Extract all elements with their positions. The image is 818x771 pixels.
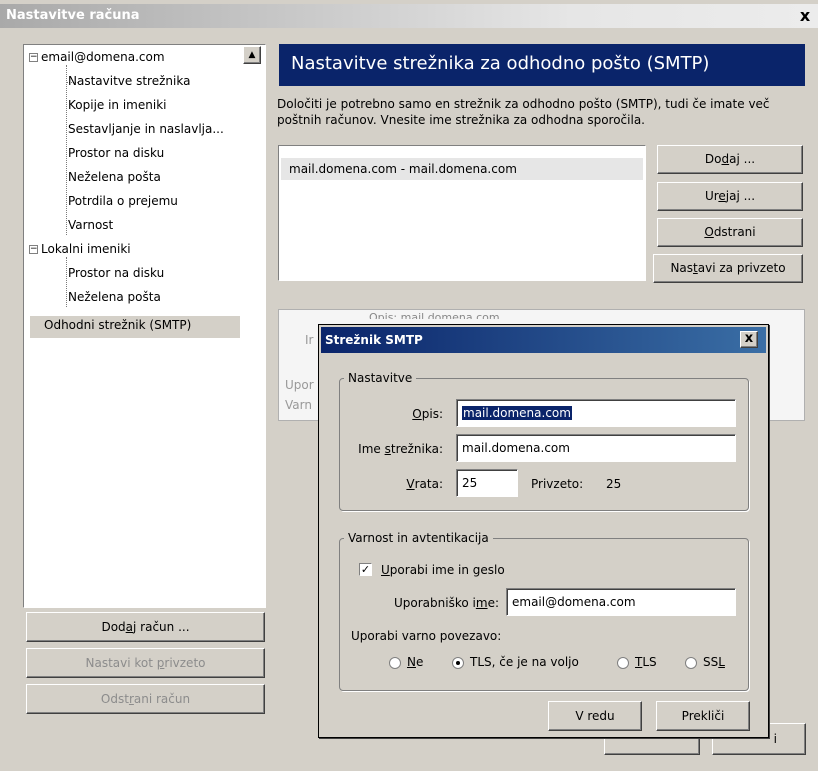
dialog-close-icon[interactable]: x [740,331,758,348]
details-fragment: Upor [285,378,314,392]
radio-tls-label[interactable]: TLS [635,655,657,669]
radio-tls-if-available[interactable] [452,657,464,669]
list-item[interactable]: mail.domena.com - mail.domena.com [281,158,643,180]
username-input[interactable]: email@domena.com [506,588,736,616]
default-port-label: Privzeto: [531,477,584,491]
page-title: Nastavitve strežnika za odhodno pošto (S… [279,44,805,86]
tree-item-composition[interactable]: Sestavljanje in naslavlja... [68,122,224,136]
account-tree: − email@domena.com Nastavitve strežnika … [23,44,266,608]
server-name-input[interactable]: mail.domena.com [456,434,736,462]
server-name-label: Ime strežnika: [358,442,443,456]
dialog-title-bar: Strežnik SMTP [321,327,766,353]
port-label: Vrata: [406,477,443,491]
details-fragment: Ir [305,333,314,347]
tree-item-copies-folders[interactable]: Kopije in imeniki [68,98,166,112]
tree-guide-line [66,65,67,235]
description-input[interactable]: mail.domena.com [456,399,736,427]
port-input[interactable]: 25 [456,469,518,497]
tree-item-receipts[interactable]: Potrdila o prejemu [68,194,178,208]
tree-item-local-junk[interactable]: Neželena pošta [68,290,161,304]
add-server-button[interactable]: Dodaj ... [657,145,803,174]
tree-item-smtp[interactable]: Odhodni strežnik (SMTP) [44,318,191,332]
remove-account-button[interactable]: Odstrani račun [26,684,265,714]
set-default-server-button[interactable]: Nastavi za privzeto [653,254,803,283]
details-fragment: Varn [285,398,312,412]
description-label: Opis: [412,407,443,421]
dialog-title: Strežnik SMTP [325,333,423,347]
radio-ssl-label[interactable]: SSL [703,655,725,669]
scroll-up-icon[interactable]: ▲ [243,46,261,64]
use-auth-label[interactable]: Uporabi ime in geslo [381,563,505,577]
radio-tls[interactable] [617,657,629,669]
remove-server-button[interactable]: Odstrani [657,218,803,247]
tree-item-local-disk-space[interactable]: Prostor na disku [68,266,164,280]
tree-guide-line [66,257,67,307]
radio-no[interactable] [389,657,401,669]
set-default-account-button[interactable]: Nastavi kot privzeto [26,648,265,678]
smtp-server-dialog: Strežnik SMTP x Nastavitve Opis: mail.do… [318,324,769,738]
title-bar: Nastavitve računa x [0,4,818,28]
username-label: Uporabniško ime: [394,596,499,610]
use-auth-checkbox[interactable]: ✓ [359,563,372,576]
window-title: Nastavitve računa [6,8,140,23]
radio-ssl[interactable] [685,657,697,669]
tree-item-disk-space[interactable]: Prostor na disku [68,146,164,160]
tree-item-security[interactable]: Varnost [68,218,113,232]
edit-server-button[interactable]: Urejaj ... [657,182,803,211]
tree-item-junk[interactable]: Neželena pošta [68,170,161,184]
description-line: Določiti je potrebno samo en strežnik za… [277,97,770,111]
cancel-button[interactable]: Prekliči [656,701,750,731]
radio-tls-if-available-label[interactable]: TLS, če je na voljo [470,655,579,669]
close-icon[interactable]: x [795,6,815,26]
account-settings-window: Nastavitve računa x − email@domena.com N… [0,0,818,771]
ok-button[interactable]: V redu [548,701,642,731]
collapse-icon[interactable]: − [29,245,38,254]
tree-item-account[interactable]: email@domena.com [41,50,165,64]
tree-item-server-settings[interactable]: Nastavitve strežnika [68,74,190,88]
tree-item-local-folders[interactable]: Lokalni imeniki [41,242,131,256]
security-legend: Varnost in avtentikacija [344,531,493,545]
details-description-fragment: Opis: mail.domena.com [369,311,500,319]
radio-no-label[interactable]: Ne [407,655,423,669]
secure-connection-label: Uporabi varno povezavo: [351,629,502,643]
description-line: poštnih računov. Vnesite ime strežnika z… [277,113,645,127]
settings-legend: Nastavitve [344,371,417,385]
smtp-server-list[interactable]: mail.domena.com - mail.domena.com [278,145,646,281]
collapse-icon[interactable]: − [29,53,38,62]
description: Določiti je potrebno samo en strežnik za… [277,96,807,128]
add-account-button[interactable]: Dodaj račun ... [26,612,265,642]
default-port-value: 25 [606,477,622,491]
